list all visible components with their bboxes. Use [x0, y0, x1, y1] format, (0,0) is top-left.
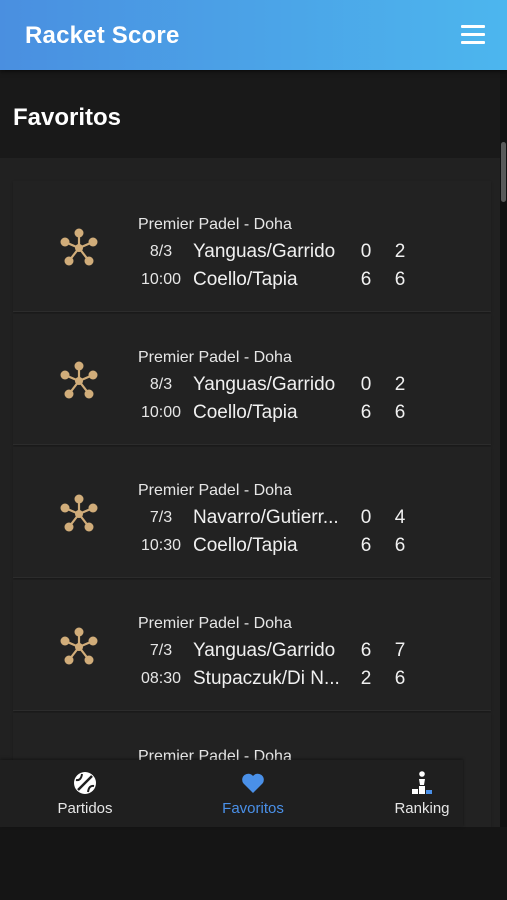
team-name: Navarro/Gutierr...: [193, 507, 339, 528]
match-card[interactable]: Premier Padel - Doha 8/3 Yanguas/Garrido…: [13, 181, 491, 312]
match-card[interactable]: Premier Padel - Doha 7/3 Navarro/Gutierr…: [13, 447, 491, 578]
set-score: 2: [394, 241, 406, 262]
set-score: 0: [360, 241, 372, 262]
padel-racket-icon: [60, 494, 98, 532]
set-score: 6: [360, 640, 372, 661]
team-name: Yanguas/Garrido: [193, 640, 336, 661]
set-score: 6: [394, 668, 406, 689]
team-name: Coello/Tapia: [193, 269, 298, 290]
set-score: 7: [394, 640, 406, 661]
match-card[interactable]: Premier Padel - Doha 8/3 Yanguas/Garrido…: [13, 314, 491, 445]
set-score: 6: [360, 269, 372, 290]
page-title: Favoritos: [13, 104, 122, 131]
set-score: 6: [394, 535, 406, 556]
team-name: Coello/Tapia: [193, 402, 298, 423]
set-score: 4: [394, 507, 406, 528]
match-date: 7/3: [149, 509, 173, 526]
team-row: 8/3 Yanguas/Garrido 0 2: [138, 240, 468, 264]
match-time: 08:30: [140, 670, 182, 687]
podium-icon: [412, 771, 432, 794]
set-score: 6: [394, 269, 406, 290]
team-name: Stupaczuk/Di N...: [193, 668, 340, 689]
team-row: 10:00 Coello/Tapia 6 6: [138, 268, 468, 292]
team-row: 10:00 Coello/Tapia 6 6: [138, 401, 468, 425]
match-card[interactable]: Premier Padel - Doha 7/3 Yanguas/Garrido…: [13, 580, 491, 711]
heart-icon: [242, 773, 264, 793]
tennis-ball-icon: [74, 772, 96, 794]
padel-racket-icon: [60, 627, 98, 665]
tournament-name: Premier Padel - Doha: [138, 482, 292, 499]
tournament-name: Premier Padel - Doha: [138, 349, 292, 366]
nav-label: Favoritos: [222, 800, 284, 817]
tournament-name: Premier Padel - Doha: [138, 615, 292, 632]
app-title: Racket Score: [25, 22, 180, 49]
match-time: 10:30: [140, 537, 182, 554]
scrollbar-thumb[interactable]: [501, 142, 506, 202]
bottom-navigation: Partidos Favoritos Ranking: [0, 760, 463, 827]
set-score: 2: [394, 374, 406, 395]
team-row: 7/3 Navarro/Gutierr... 0 4: [138, 506, 468, 530]
match-date: 8/3: [149, 376, 173, 393]
set-score: 6: [360, 402, 372, 423]
match-date: 7/3: [149, 642, 173, 659]
match-date: 8/3: [149, 243, 173, 260]
padel-racket-icon: [60, 361, 98, 399]
system-bar-area: [0, 827, 507, 900]
tournament-name: Premier Padel - Doha: [138, 216, 292, 233]
set-score: 6: [394, 402, 406, 423]
team-row: 10:30 Coello/Tapia 6 6: [138, 534, 468, 558]
match-time: 10:00: [140, 404, 182, 421]
set-score: 0: [360, 507, 372, 528]
favorites-list[interactable]: Favoritos Premier Padel - Doha 8/3 Yangu…: [0, 70, 507, 827]
scrollbar[interactable]: [500, 70, 507, 827]
section-header: Favoritos: [0, 70, 500, 158]
padel-racket-icon: [60, 228, 98, 266]
app-bar: Racket Score: [0, 0, 507, 70]
team-row: 08:30 Stupaczuk/Di N... 2 6: [138, 667, 468, 691]
team-name: Coello/Tapia: [193, 535, 298, 556]
team-name: Yanguas/Garrido: [193, 241, 336, 262]
set-score: 0: [360, 374, 372, 395]
team-row: 8/3 Yanguas/Garrido 0 2: [138, 373, 468, 397]
set-score: 2: [360, 668, 372, 689]
team-row: 7/3 Yanguas/Garrido 6 7: [138, 639, 468, 663]
nav-label: Partidos: [57, 800, 113, 817]
match-time: 10:00: [140, 271, 182, 288]
hamburger-menu-icon[interactable]: [461, 25, 485, 45]
nav-favoritos[interactable]: Favoritos: [193, 770, 313, 822]
team-name: Yanguas/Garrido: [193, 374, 336, 395]
nav-partidos[interactable]: Partidos: [25, 770, 145, 822]
nav-ranking[interactable]: Ranking: [362, 770, 482, 822]
nav-label: Ranking: [394, 800, 450, 817]
set-score: 6: [360, 535, 372, 556]
